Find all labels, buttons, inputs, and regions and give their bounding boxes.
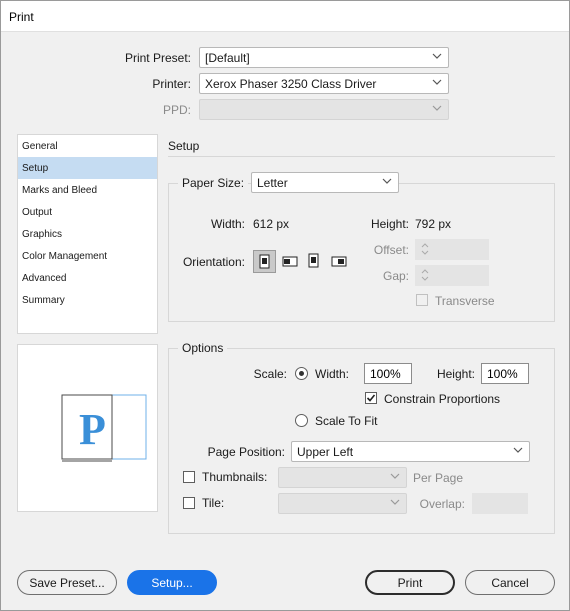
portrait-icon[interactable] [253,250,276,273]
scale-height-input[interactable]: 100% [481,363,529,384]
print-preset-dropdown[interactable]: [Default] [199,47,449,68]
scale-to-fit-radio[interactable] [295,414,308,427]
chevron-down-icon [390,471,400,481]
print-preview: P [17,344,158,512]
radio-selected-dot [299,371,304,376]
setup-section-title: Setup [168,139,200,153]
landscape-icon[interactable] [280,251,300,271]
paper-height-label: Height: [370,217,409,231]
sidebar-item-summary[interactable]: Summary [18,289,157,311]
checkmark-icon [366,394,376,402]
sidebar-item-marks-and-bleed[interactable]: Marks and Bleed [18,179,157,201]
ppd-dropdown [199,99,449,120]
preview-letter: P [79,405,106,454]
spinner-icon [420,242,430,256]
save-preset-button[interactable]: Save Preset... [17,570,117,595]
constrain-proportions-label: Constrain Proportions [384,392,501,406]
window-title: Print [9,10,34,24]
chevron-down-icon [513,445,523,455]
paper-size-dropdown[interactable]: Letter [251,172,399,193]
tile-label: Tile: [202,496,225,510]
print-preset-label: Print Preset: [124,51,191,65]
overlap-field [472,493,528,514]
printer-label: Printer: [152,77,191,91]
page-position-label: Page Position: [207,445,285,459]
offset-field [415,239,489,260]
print-button[interactable]: Print [365,570,455,595]
sidebar-item-graphics[interactable]: Graphics [18,223,157,245]
paper-size-value: Letter [257,176,288,190]
tile-dropdown [278,493,407,514]
chevron-down-icon [382,176,392,186]
gap-label: Gap: [382,269,409,283]
spinner-icon [420,268,430,282]
paper-width-label: Width: [210,217,245,231]
transverse-checkbox [416,294,428,306]
page-position-value: Upper Left [297,445,354,459]
sidebar-item-output[interactable]: Output [18,201,157,223]
sidebar-item-general[interactable]: General [18,135,157,157]
paper-height-value: 792 px [415,217,452,231]
scale-width-input[interactable]: 100% [364,363,412,384]
category-list: General Setup Marks and Bleed Output Gra… [17,134,158,334]
chevron-down-icon [432,51,442,61]
thumbnails-checkbox[interactable] [183,471,195,483]
tile-checkbox[interactable] [183,497,195,509]
overlap-label: Overlap: [419,497,465,511]
ppd-label: PPD: [162,103,191,117]
sidebar-item-setup[interactable]: Setup [18,157,157,179]
chevron-down-icon [390,497,400,507]
scale-to-fit-label: Scale To Fit [315,414,378,428]
chevron-down-icon [432,103,442,113]
print-dialog: Print Print Preset: [Default] Printer: X… [0,0,570,611]
title-bar: Print [1,1,569,32]
page-preview-graphic: P [61,394,147,462]
scale-label: Scale: [253,367,287,381]
sidebar-item-color-management[interactable]: Color Management [18,245,157,267]
thumbnails-dropdown [278,467,407,488]
paper-width-value: 612 px [253,217,290,231]
cancel-button[interactable]: Cancel [465,570,555,595]
scale-height-label: Height: [436,367,475,381]
paper-size-label: Paper Size: [178,176,249,190]
print-preset-value: [Default] [205,51,250,65]
page-position-dropdown[interactable]: Upper Left [291,441,530,462]
chevron-down-icon [432,77,442,87]
scale-width-radio[interactable] [295,367,308,380]
printer-dropdown[interactable]: Xerox Phaser 3250 Class Driver [199,73,449,94]
offset-label: Offset: [373,243,409,257]
reverse-portrait-icon[interactable] [304,251,324,271]
thumbnails-label: Thumbnails: [202,470,268,484]
orientation-label: Orientation: [182,255,245,269]
scale-width-label: Width: [315,367,350,381]
sidebar-item-advanced[interactable]: Advanced [18,267,157,289]
gap-field [415,265,489,286]
per-page-label: Per Page [413,471,464,485]
constrain-proportions-checkbox[interactable] [365,392,377,404]
setup-button[interactable]: Setup... [127,570,217,595]
options-title: Options [178,341,228,355]
printer-value: Xerox Phaser 3250 Class Driver [205,77,377,91]
section-divider [168,156,555,157]
transverse-label: Transverse [435,294,495,308]
